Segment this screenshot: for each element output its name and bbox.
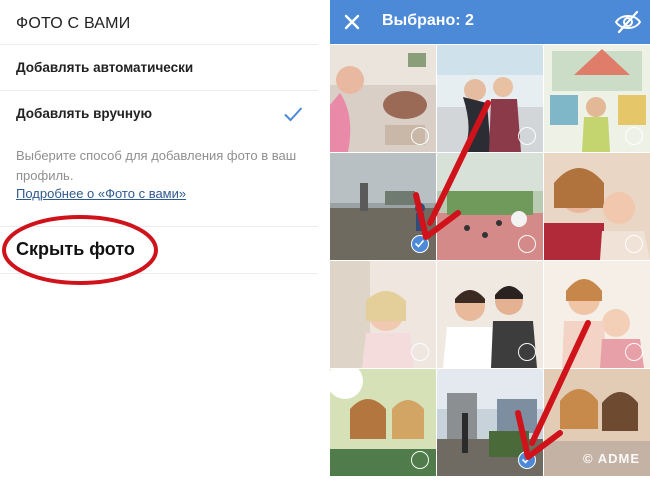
- select-circle[interactable]: [518, 127, 536, 145]
- close-icon[interactable]: [338, 8, 366, 36]
- photo-thumbnail[interactable]: [437, 369, 543, 476]
- photo-thumbnail[interactable]: © ADME: [544, 369, 650, 476]
- picker-toolbar: Выбрано: 2: [330, 0, 650, 44]
- select-circle[interactable]: [411, 451, 429, 469]
- selected-count: Выбрано: 2: [382, 12, 474, 29]
- checkmark-icon: [284, 107, 303, 122]
- select-circle[interactable]: [625, 235, 643, 253]
- photo-thumbnail[interactable]: [437, 153, 543, 260]
- photo-picker: Выбрано: 2 © ADME: [330, 0, 650, 480]
- option-auto-add[interactable]: Добавлять автоматически: [0, 44, 318, 90]
- select-circle-checked[interactable]: [411, 235, 429, 253]
- select-circle[interactable]: [518, 343, 536, 361]
- option-description: Выберите способ для добавления фото в ва…: [16, 148, 297, 183]
- eye-off-icon[interactable]: [614, 9, 642, 35]
- option-manual-add-label: Добавлять вручную: [16, 106, 153, 121]
- section-title: ФОТО С ВАМИ: [16, 15, 131, 32]
- select-circle-checked[interactable]: [518, 451, 536, 469]
- check-icon: [414, 239, 425, 248]
- select-circle[interactable]: [411, 127, 429, 145]
- select-circle[interactable]: [625, 343, 643, 361]
- check-icon: [521, 455, 532, 464]
- photo-thumbnail[interactable]: [330, 45, 436, 152]
- photo-thumbnail[interactable]: [544, 261, 650, 368]
- option-manual-add[interactable]: Добавлять вручную: [0, 90, 318, 136]
- settings-panel: ФОТО С ВАМИ Добавлять автоматически Доба…: [0, 0, 318, 480]
- photo-grid: © ADME: [330, 45, 650, 480]
- select-circle[interactable]: [411, 343, 429, 361]
- option-auto-add-label: Добавлять автоматически: [16, 60, 194, 75]
- photo-thumbnail[interactable]: [330, 153, 436, 260]
- watermark: © ADME: [583, 451, 640, 466]
- hide-photo-item[interactable]: Скрыть фото: [0, 226, 318, 274]
- photo-thumbnail[interactable]: [437, 261, 543, 368]
- photo-thumbnail[interactable]: [544, 153, 650, 260]
- select-circle[interactable]: [625, 127, 643, 145]
- photo-thumbnail[interactable]: [544, 45, 650, 152]
- more-info-link[interactable]: Подробнее о «Фото с вами»: [16, 186, 186, 201]
- select-circle[interactable]: [518, 235, 536, 253]
- photo-thumbnail[interactable]: [437, 45, 543, 152]
- photo-thumbnail[interactable]: [330, 261, 436, 368]
- hide-photo-label: Скрыть фото: [16, 239, 135, 259]
- photo-thumbnail[interactable]: [330, 369, 436, 476]
